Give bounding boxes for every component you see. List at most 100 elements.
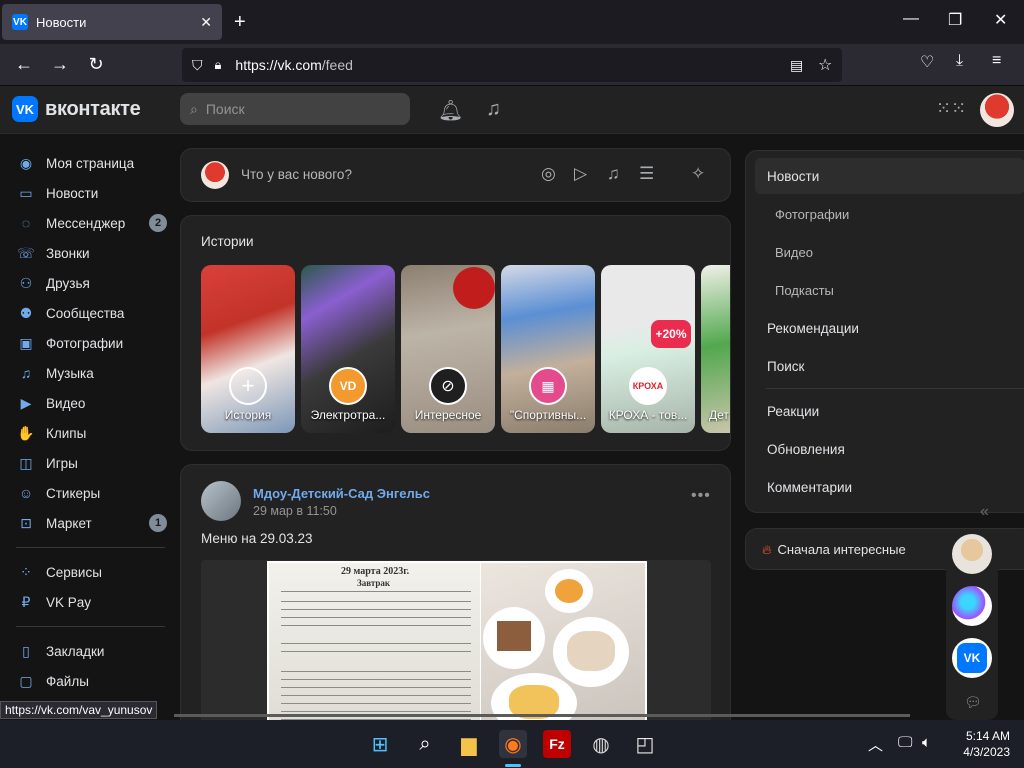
sidebar-item[interactable]: ✋ Клипы (8, 418, 173, 448)
vk-chat-avatar[interactable]: VK (952, 638, 992, 678)
volume-icon[interactable]: 🔈︎ (922, 734, 931, 751)
search-icon[interactable]: ⌕ (411, 730, 439, 758)
doc-line (281, 625, 471, 626)
close-window-button[interactable]: ✕ (994, 10, 1007, 30)
downloads-icon[interactable]: ⤓ (956, 52, 963, 70)
feed-filter-item[interactable]: Новости (755, 158, 1024, 194)
music-icon: ♫ (20, 365, 32, 381)
article-icon[interactable]: ☰ (639, 164, 654, 184)
sidebar-item[interactable]: ♫ Музыка (8, 358, 173, 388)
camera-icon[interactable]: ◎ (541, 164, 556, 184)
post-date[interactable]: 29 мар в 11:50 (253, 504, 337, 518)
sidebar-item[interactable]: ▶ Видео (8, 388, 173, 418)
feed-filter-item[interactable]: Обновления (755, 431, 1024, 467)
back-button[interactable]: ← (12, 54, 36, 75)
shield-icon[interactable]: ⛉ (192, 57, 203, 74)
feed-filter-item[interactable]: Рекомендации (755, 310, 1024, 346)
chat-bubble-icon[interactable]: 💬︎ (964, 694, 982, 711)
horizontal-scrollbar[interactable] (174, 714, 910, 717)
forward-button[interactable]: → (48, 54, 72, 75)
post-author-avatar[interactable] (201, 481, 241, 521)
feed-filter-item[interactable]: Комментарии (755, 469, 1024, 505)
url-text[interactable]: https://vk.com/feed (235, 57, 353, 73)
friends-icon: ⚇ (19, 274, 33, 291)
search-placeholder: Поиск (205, 101, 245, 117)
sidebar-item[interactable]: ▢ Файлы (8, 666, 173, 696)
sidebar-item[interactable]: ⚉ Сообщества (8, 298, 173, 328)
notifications-bell-icon[interactable]: 🔔︎ (438, 98, 463, 123)
file-icon: ▢ (19, 672, 33, 689)
apps-grid-icon[interactable]: ⁙⁙ (936, 98, 966, 119)
minimize-button[interactable]: — (903, 10, 919, 28)
marusia-avatar[interactable] (952, 586, 992, 626)
story-card[interactable]: VD Электротра... (301, 265, 395, 433)
story-card[interactable]: ▦ "Спортивны... (501, 265, 595, 433)
vk-logo[interactable]: VK вконтакте (12, 96, 141, 122)
menu-document-photo[interactable]: 29 марта 2023г. Завтрак (267, 561, 482, 731)
lightbulb-icon[interactable]: ✧ (691, 164, 705, 184)
feed-filter-item[interactable]: Фотографии (755, 196, 1024, 232)
music-note-icon[interactable]: ♫ (607, 164, 620, 184)
story-label: Электротра... (310, 408, 386, 422)
browser-tab[interactable]: VK Новости ✕ (2, 4, 222, 40)
sidebar-item[interactable]: ☺ Стикеры (8, 478, 173, 508)
nav-divider (16, 626, 165, 627)
sidebar-item[interactable]: ▯ Закладки (8, 636, 173, 666)
pocket-icon[interactable]: ♡ (920, 52, 934, 72)
apple-image (453, 267, 495, 309)
food-photo[interactable] (481, 561, 647, 733)
sidebar-item[interactable]: ₽ VK Pay (8, 587, 173, 617)
profile-avatar[interactable] (980, 93, 1014, 127)
story-card[interactable]: Дет (701, 265, 730, 433)
sidebar-item[interactable]: ⁘ Сервисы (8, 557, 173, 587)
story-card[interactable]: + История (201, 265, 295, 433)
composer-placeholder[interactable]: Что у вас нового? (241, 167, 352, 182)
menu-icon[interactable]: ≡ (992, 52, 1001, 70)
network-icon[interactable]: 🖵︎ (898, 734, 912, 751)
sidebar-item-label: Фотографии (46, 335, 124, 351)
more-options-icon[interactable]: ••• (691, 487, 711, 505)
feed-filter-item[interactable]: Реакции (755, 393, 1024, 429)
feed-filter-item[interactable]: Поиск (755, 348, 1024, 384)
tray-overflow-icon[interactable]: ︿ (868, 734, 883, 755)
sidebar-item[interactable]: ▣ Фотографии (8, 328, 173, 358)
feed-filter-item[interactable]: Видео (755, 234, 1024, 270)
doc-line (281, 617, 471, 618)
post-composer[interactable]: Что у вас нового? ◎ ▷ ♫ ☰ ✧ (180, 148, 731, 202)
sidebar-item-label: VK Pay (46, 594, 92, 610)
story-card[interactable]: +20% КРОХА КРОХА - тов... (601, 265, 695, 433)
firefox-icon[interactable]: ◉ (499, 730, 527, 758)
maximize-button[interactable]: ❐ (948, 10, 962, 30)
package-app-icon[interactable]: ◰ (631, 730, 659, 758)
feed-filter-item[interactable]: Подкасты (755, 272, 1024, 308)
lock-icon[interactable]: 🔒︎ (215, 57, 222, 73)
reader-view-icon[interactable]: ▤ (790, 57, 803, 74)
windows-start-icon[interactable]: ⊞ (366, 730, 394, 758)
address-bar[interactable]: ⛉ 🔒︎ https://vk.com/feed ▤ ☆ (182, 48, 842, 82)
story-avatar: ▦ (529, 367, 567, 405)
collapse-chats-icon[interactable]: « (980, 503, 989, 521)
sidebar-item[interactable]: ◌ Мессенджер 2 (8, 208, 173, 238)
video-play-icon[interactable]: ▷ (574, 164, 587, 184)
sort-label[interactable]: 🔥︎ Сначала интересные (762, 542, 906, 558)
bookmark-star-icon[interactable]: ☆ (818, 55, 832, 75)
sidebar-item[interactable]: ⊡ Маркет 1 (8, 508, 173, 538)
new-tab-button[interactable]: + (234, 10, 246, 34)
sidebar-item[interactable]: ◫ Игры (8, 448, 173, 478)
story-card[interactable]: ⊘ Интересное (401, 265, 495, 433)
file-explorer-icon[interactable]: ▆ (455, 730, 483, 758)
taskbar: ⊞ ⌕ ▆ ◉ Fz ◍ ◰ ︿ 🖵︎ 🔈︎ 5:14 AM 4/3/2023 (0, 720, 1024, 768)
music-player-icon[interactable]: ♫ (486, 98, 501, 121)
disc-app-icon[interactable]: ◍ (587, 730, 615, 758)
close-tab-icon[interactable]: ✕ (200, 14, 212, 31)
reload-button[interactable]: ↻ (84, 54, 108, 75)
sidebar-item[interactable]: ◉ Моя страница (8, 148, 173, 178)
sidebar-item[interactable]: ⚇ Друзья (8, 268, 173, 298)
post-author-name[interactable]: Мдоу-Детский-Сад Энгельс (253, 486, 430, 501)
chat-avatar[interactable] (952, 534, 992, 574)
search-input[interactable]: ⌕ Поиск (180, 93, 410, 125)
sidebar-item[interactable]: ▭ Новости (8, 178, 173, 208)
sidebar-item[interactable]: ☏ Звонки (8, 238, 173, 268)
filezilla-icon[interactable]: Fz (543, 730, 571, 758)
system-clock[interactable]: 5:14 AM 4/3/2023 (950, 728, 1010, 760)
